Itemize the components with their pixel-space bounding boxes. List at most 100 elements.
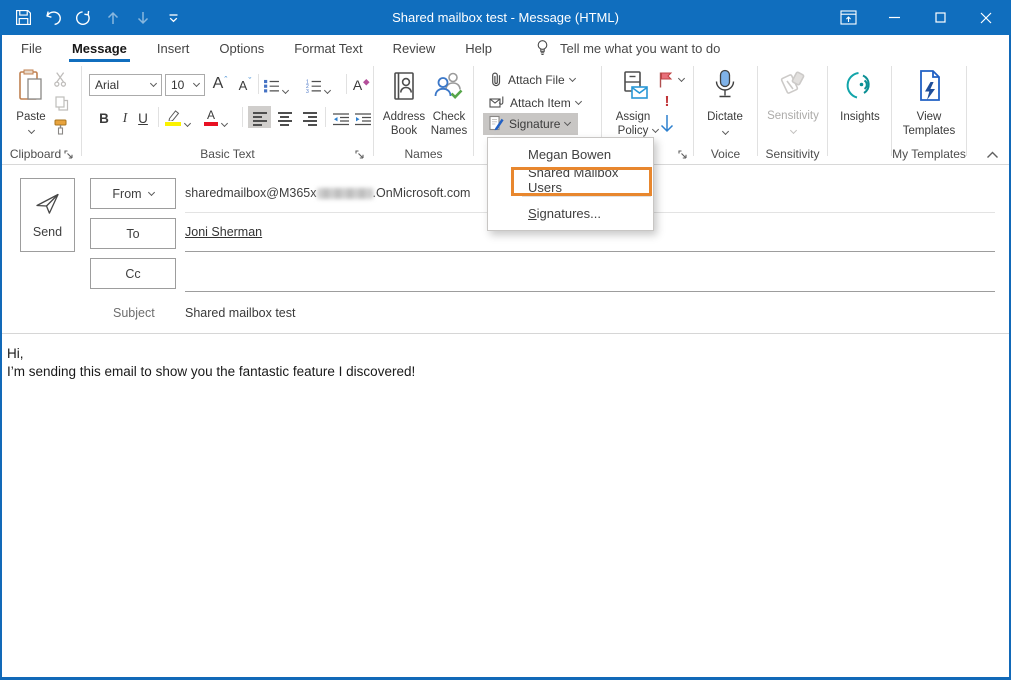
sensitivity-icon [777, 69, 809, 106]
insights-group: Insights [828, 62, 891, 164]
from-value-redacted [316, 188, 373, 200]
from-label: From [112, 186, 142, 201]
send-button[interactable]: Send [20, 178, 75, 252]
compose-area: Send From sharedmailbox@M365x .OnMicrosof… [0, 165, 1011, 680]
dictate-button[interactable]: Dictate [699, 69, 751, 136]
to-button[interactable]: To [90, 218, 176, 249]
from-value-suffix: .OnMicrosoft.com [372, 186, 471, 200]
my-templates-group-label: My Templates [892, 147, 966, 161]
to-value[interactable]: Joni Sherman [185, 225, 262, 239]
clipboard-dialog-launcher[interactable] [63, 147, 76, 160]
minimize-button[interactable] [871, 0, 917, 35]
cc-field-underline [185, 291, 995, 292]
assign-policy-label: Assign Policy [615, 111, 651, 137]
shrink-font-button[interactable]: Aˇ [235, 73, 255, 95]
clipboard-group: Paste Clipboard [0, 62, 81, 164]
tags-dialog-launcher[interactable] [677, 147, 690, 160]
increase-indent-button[interactable] [353, 106, 373, 128]
body-line-1: Hi, [7, 346, 24, 361]
names-group-label: Names [404, 147, 443, 161]
font-color-button[interactable]: A [204, 106, 229, 128]
ribbon-tab-row: File Message Insert Options Format Text … [0, 35, 1011, 62]
tab-file[interactable]: File [6, 35, 57, 62]
bold-button[interactable]: B [94, 106, 114, 128]
attach-file-button[interactable]: Attach File [483, 69, 581, 91]
tab-help[interactable]: Help [450, 35, 507, 62]
attach-item-button[interactable]: Attach Item [483, 92, 587, 114]
tell-me-search[interactable]: Tell me what you want to do [535, 35, 720, 62]
bullets-icon [264, 79, 279, 93]
view-templates-button[interactable]: View Templates [899, 69, 959, 138]
tab-message[interactable]: Message [57, 35, 142, 62]
message-body[interactable]: Hi, I’m sending this email to show you t… [7, 345, 415, 381]
address-book-label: Address Book [382, 111, 426, 137]
signature-menu-item-shared-mailbox-users[interactable]: Shared Mailbox Users [488, 165, 653, 195]
insights-label: Insights [840, 111, 880, 123]
basic-text-group-label: Basic Text [200, 147, 255, 161]
sensitivity-group: Sensitivity Sensitivity [758, 62, 827, 164]
italic-button[interactable]: I [115, 106, 135, 128]
attach-file-label: Attach File [508, 73, 565, 87]
signature-button[interactable]: Signature [483, 113, 578, 135]
assign-policy-icon [617, 70, 649, 107]
svg-text:3: 3 [306, 89, 309, 93]
maximize-button[interactable] [917, 0, 963, 35]
subject-value[interactable]: Shared mailbox test [185, 306, 295, 320]
decrease-indent-button[interactable] [331, 106, 351, 128]
align-right-icon [302, 112, 317, 126]
signature-menu-item-signatures[interactable]: Signatures... [488, 200, 653, 226]
text-highlight-button[interactable] [165, 106, 192, 128]
cut-icon [53, 71, 70, 93]
tab-insert[interactable]: Insert [142, 35, 205, 62]
signature-menu: Megan Bowen Shared Mailbox Users Signatu… [487, 137, 654, 231]
close-button[interactable] [963, 0, 1009, 35]
ribbon-display-options-icon[interactable] [825, 0, 871, 35]
format-painter-icon[interactable] [52, 118, 70, 141]
basic-text-dialog-launcher[interactable] [354, 147, 367, 160]
insights-icon [844, 69, 877, 107]
font-name-select[interactable]: Arial [89, 74, 162, 96]
lightbulb-icon [535, 39, 550, 59]
tab-options[interactable]: Options [204, 35, 279, 62]
align-right-button[interactable] [298, 106, 321, 128]
subject-label: Subject [113, 306, 155, 320]
view-templates-icon [914, 69, 944, 107]
body-separator [0, 333, 1011, 334]
attach-item-label: Attach Item [510, 96, 571, 110]
bullets-button[interactable] [264, 73, 290, 95]
from-button[interactable]: From [90, 178, 176, 209]
signature-menu-item-megan-bowen[interactable]: Megan Bowen [488, 141, 653, 167]
dictate-icon [710, 69, 740, 107]
sensitivity-button: Sensitivity [764, 69, 822, 135]
basic-text-group: Arial 10 Aˆ Aˇ 123 A B I U A Basic Text [82, 62, 373, 164]
low-importance-icon[interactable] [659, 114, 675, 139]
assign-policy-button[interactable]: Assign Policy [607, 70, 659, 137]
follow-up-flag-button[interactable] [658, 71, 686, 88]
view-templates-label: View Templates [902, 111, 956, 137]
collapse-ribbon-icon[interactable] [986, 146, 999, 164]
address-book-button[interactable]: Address Book [383, 70, 425, 138]
tab-review[interactable]: Review [378, 35, 451, 62]
title-bar: Shared mailbox test - Message (HTML) [0, 0, 1011, 35]
font-name-value: Arial [95, 78, 120, 92]
outlook-message-window: Shared mailbox test - Message (HTML) Fil… [0, 0, 1011, 680]
body-line-2: I’m sending this email to show you the f… [7, 364, 416, 379]
align-center-button[interactable] [273, 106, 296, 128]
tab-format-text[interactable]: Format Text [279, 35, 377, 62]
insights-button[interactable]: Insights [833, 69, 887, 124]
check-names-button[interactable]: Check Names [427, 70, 471, 138]
align-left-button[interactable] [248, 106, 271, 128]
font-size-select[interactable]: 10 [165, 74, 205, 96]
grow-font-button[interactable]: Aˆ [210, 73, 230, 95]
clear-formatting-eraser-icon [363, 79, 370, 86]
attach-item-icon [489, 94, 505, 112]
high-importance-icon[interactable]: ! [660, 93, 674, 110]
underline-button[interactable]: U [133, 106, 153, 128]
numbering-button[interactable]: 123 [306, 73, 332, 95]
clear-formatting-button[interactable]: A [352, 73, 372, 95]
to-field-underline [185, 251, 995, 252]
window-controls [825, 0, 1009, 35]
paste-button[interactable]: Paste [10, 68, 52, 135]
cc-button[interactable]: Cc [90, 258, 176, 289]
numbering-icon: 123 [306, 79, 321, 93]
